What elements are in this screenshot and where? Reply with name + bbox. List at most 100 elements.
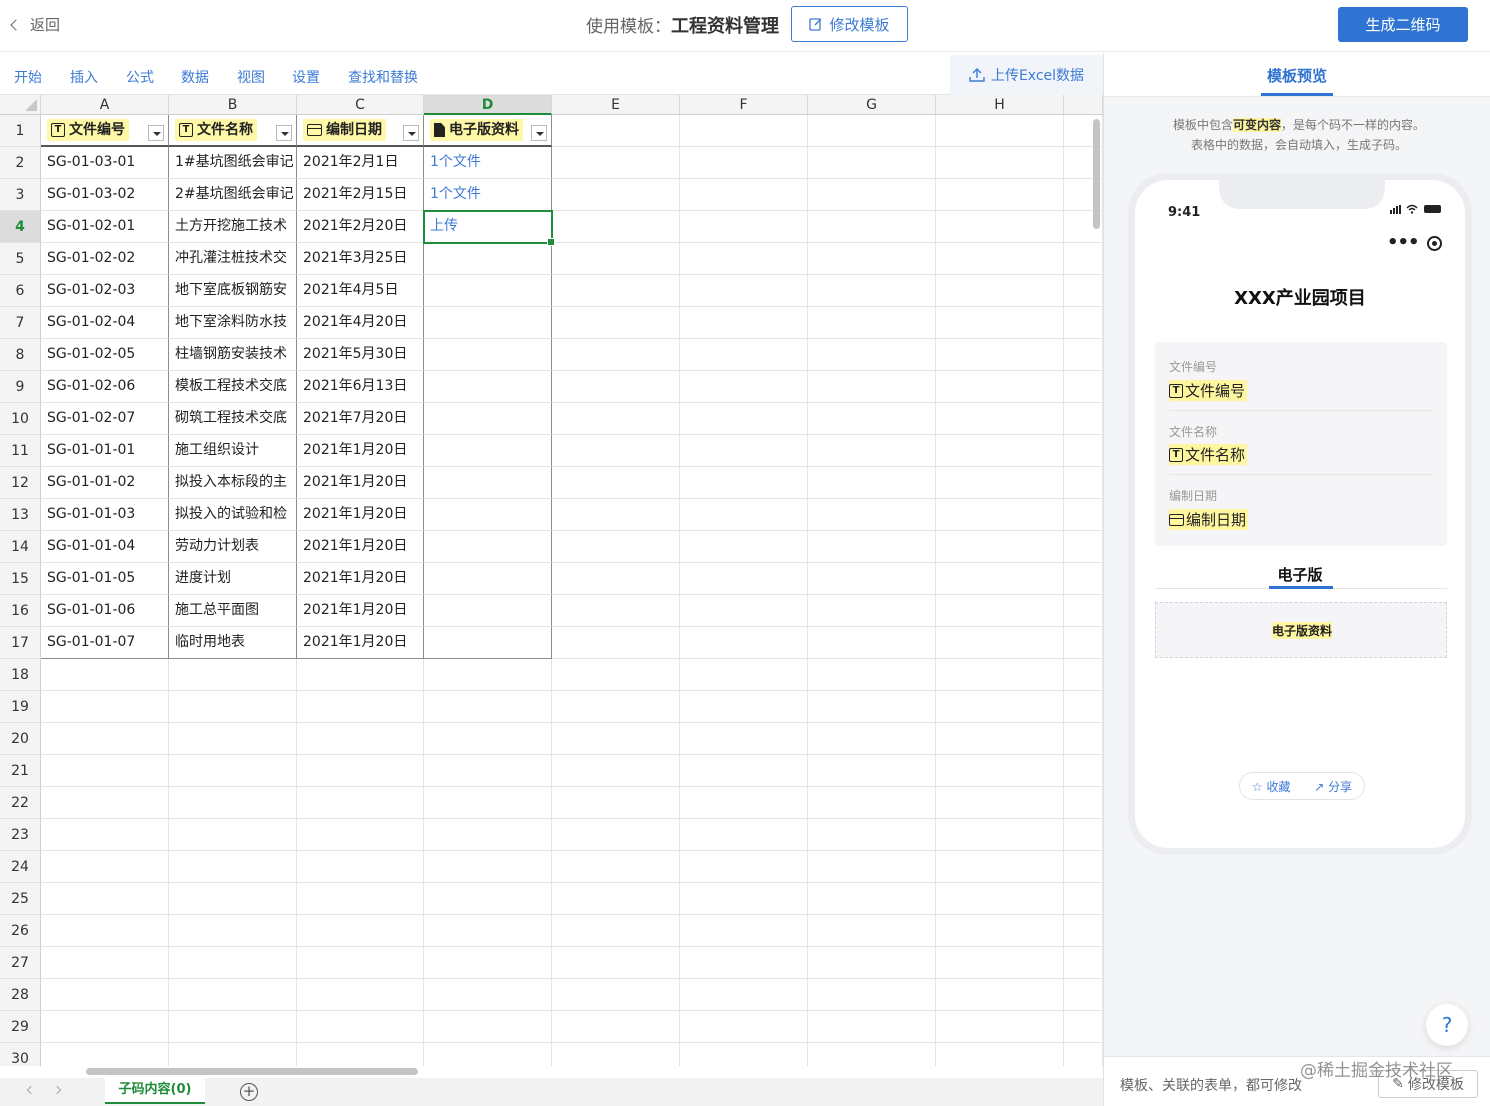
grid-cell[interactable] <box>680 307 808 339</box>
grid-cell[interactable]: SG-01-02-05 <box>41 339 169 371</box>
grid-cell[interactable]: 2021年5月30日 <box>297 339 424 371</box>
grid-cell[interactable] <box>680 915 808 947</box>
grid-cell[interactable] <box>808 1011 936 1043</box>
grid-cell[interactable] <box>552 595 680 627</box>
filter-dropdown-icon[interactable] <box>403 125 419 141</box>
field-header-cell[interactable]: 电子版资料 <box>424 115 552 147</box>
grid-cell[interactable] <box>936 147 1064 179</box>
grid-cell[interactable] <box>41 755 169 787</box>
grid-cell[interactable] <box>552 947 680 979</box>
grid-cell[interactable] <box>936 851 1064 883</box>
grid-cell[interactable] <box>41 819 169 851</box>
grid-cell[interactable] <box>680 339 808 371</box>
grid-cell[interactable]: SG-01-02-06 <box>41 371 169 403</box>
grid-cell[interactable] <box>169 979 297 1011</box>
grid-cell[interactable] <box>1064 691 1103 723</box>
grid-cell[interactable] <box>936 243 1064 275</box>
select-all-corner[interactable] <box>0 95 41 115</box>
grid-cell[interactable] <box>1064 371 1103 403</box>
grid-cell[interactable] <box>424 947 552 979</box>
grid-cell[interactable] <box>808 563 936 595</box>
grid-cell[interactable] <box>1064 627 1103 659</box>
grid-cell[interactable] <box>808 211 936 243</box>
grid-cell[interactable] <box>936 691 1064 723</box>
grid-cell[interactable] <box>552 115 680 147</box>
row-header[interactable]: 9 <box>0 371 41 403</box>
grid-cell[interactable] <box>1064 947 1103 979</box>
grid-cell[interactable] <box>808 467 936 499</box>
grid-cell[interactable] <box>552 147 680 179</box>
grid-cell[interactable] <box>41 915 169 947</box>
grid-cell[interactable] <box>424 435 552 467</box>
grid-cell[interactable] <box>552 435 680 467</box>
grid-cell[interactable] <box>297 659 424 691</box>
grid-cell[interactable]: 2021年1月20日 <box>297 627 424 659</box>
grid-cell[interactable] <box>936 787 1064 819</box>
grid-cell[interactable] <box>936 531 1064 563</box>
row-header[interactable]: 19 <box>0 691 41 723</box>
share-button[interactable]: ↗ 分享 <box>1314 778 1352 795</box>
grid-cell[interactable] <box>936 883 1064 915</box>
grid-cell[interactable]: SG-01-01-02 <box>41 467 169 499</box>
grid-cell[interactable] <box>808 659 936 691</box>
grid-cell[interactable] <box>680 403 808 435</box>
column-header-b[interactable]: B <box>169 95 297 115</box>
grid-cell[interactable] <box>1064 915 1103 947</box>
grid-cell[interactable] <box>552 563 680 595</box>
edit-template-button[interactable]: 修改模板 <box>791 6 908 42</box>
grid-cell[interactable] <box>424 915 552 947</box>
row-header[interactable]: 1 <box>0 115 41 147</box>
grid-cell[interactable] <box>680 851 808 883</box>
grid-cell[interactable] <box>552 499 680 531</box>
grid-cell[interactable] <box>808 403 936 435</box>
grid-cell[interactable] <box>1064 787 1103 819</box>
field-header-cell[interactable]: 编制日期 <box>297 115 424 147</box>
menu-find-replace[interactable]: 查找和替换 <box>348 67 418 87</box>
grid-cell[interactable] <box>552 275 680 307</box>
grid-cell[interactable] <box>1064 339 1103 371</box>
grid-cell[interactable] <box>552 819 680 851</box>
grid-cell[interactable] <box>680 979 808 1011</box>
filter-dropdown-icon[interactable] <box>531 125 547 141</box>
grid-cell[interactable] <box>169 883 297 915</box>
grid-cell[interactable] <box>552 179 680 211</box>
grid-cell[interactable] <box>424 979 552 1011</box>
grid-cell[interactable] <box>552 787 680 819</box>
grid-cell[interactable] <box>552 339 680 371</box>
grid-cell[interactable] <box>424 499 552 531</box>
grid-cell[interactable] <box>1064 275 1103 307</box>
grid-cell[interactable] <box>424 1011 552 1043</box>
grid-cell[interactable] <box>680 787 808 819</box>
grid-cell[interactable] <box>297 723 424 755</box>
grid-cell[interactable] <box>424 531 552 563</box>
grid-cell[interactable] <box>1064 403 1103 435</box>
grid-cell[interactable]: SG-01-01-01 <box>41 435 169 467</box>
grid-cell[interactable] <box>936 979 1064 1011</box>
grid-cell[interactable] <box>424 243 552 275</box>
row-header[interactable]: 20 <box>0 723 41 755</box>
grid-cell[interactable] <box>1064 435 1103 467</box>
row-header[interactable]: 23 <box>0 819 41 851</box>
grid-cell[interactable] <box>808 179 936 211</box>
grid-cell[interactable] <box>424 755 552 787</box>
target-icon[interactable] <box>1427 236 1442 251</box>
grid-cell[interactable]: 土方开挖施工技术 <box>169 211 297 243</box>
grid-cell[interactable] <box>936 275 1064 307</box>
grid-cell[interactable] <box>169 819 297 851</box>
grid-cell[interactable] <box>680 115 808 147</box>
grid-cell[interactable] <box>1064 755 1103 787</box>
grid-cell[interactable] <box>424 659 552 691</box>
row-header[interactable]: 8 <box>0 339 41 371</box>
grid-cell[interactable] <box>1064 819 1103 851</box>
grid-cell[interactable] <box>552 755 680 787</box>
grid-cell[interactable]: 砌筑工程技术交底 <box>169 403 297 435</box>
grid-cell[interactable] <box>41 883 169 915</box>
grid-cell[interactable]: 拟投入的试验和检 <box>169 499 297 531</box>
grid-cell[interactable]: 2021年7月20日 <box>297 403 424 435</box>
grid-cell[interactable] <box>680 275 808 307</box>
filter-dropdown-icon[interactable] <box>148 125 164 141</box>
grid-cell[interactable] <box>297 1011 424 1043</box>
grid-cell[interactable] <box>297 915 424 947</box>
grid-cell[interactable] <box>680 179 808 211</box>
grid-cell[interactable] <box>424 595 552 627</box>
